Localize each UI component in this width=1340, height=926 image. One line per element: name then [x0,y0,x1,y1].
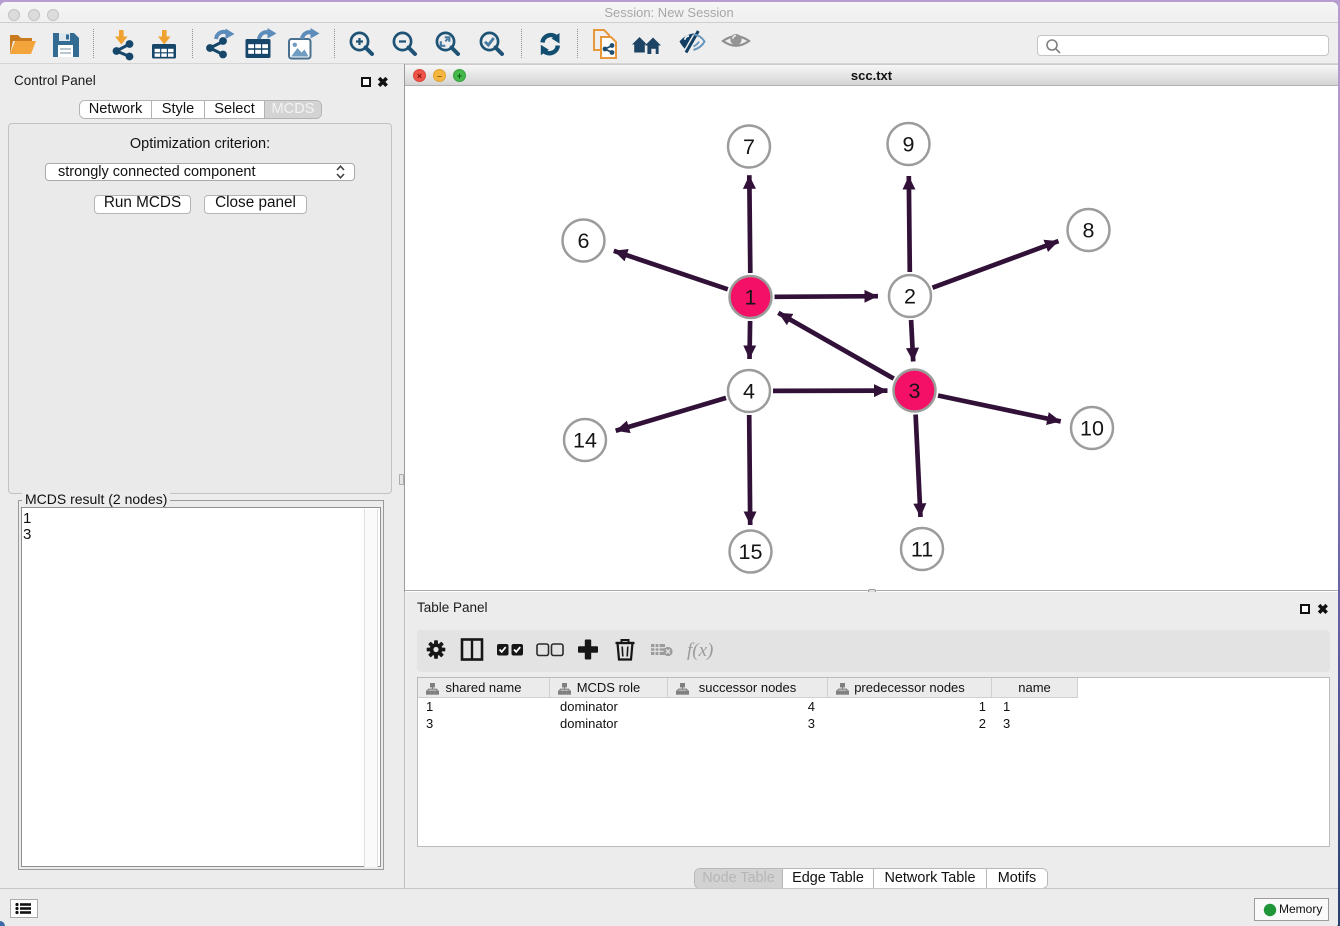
svg-text:7: 7 [743,135,755,159]
svg-text:15: 15 [739,540,763,564]
svg-text:11: 11 [911,538,933,562]
svg-text:3: 3 [909,379,921,403]
svg-text:9: 9 [903,133,915,157]
svg-text:f(x): f(x) [687,640,713,661]
svg-text:1: 1 [745,286,757,310]
svg-text:4: 4 [743,380,755,404]
svg-text:8: 8 [1083,219,1095,243]
svg-text:6: 6 [578,229,590,253]
svg-text:10: 10 [1080,417,1104,441]
svg-text:14: 14 [573,429,597,453]
svg-text:2: 2 [904,285,916,309]
